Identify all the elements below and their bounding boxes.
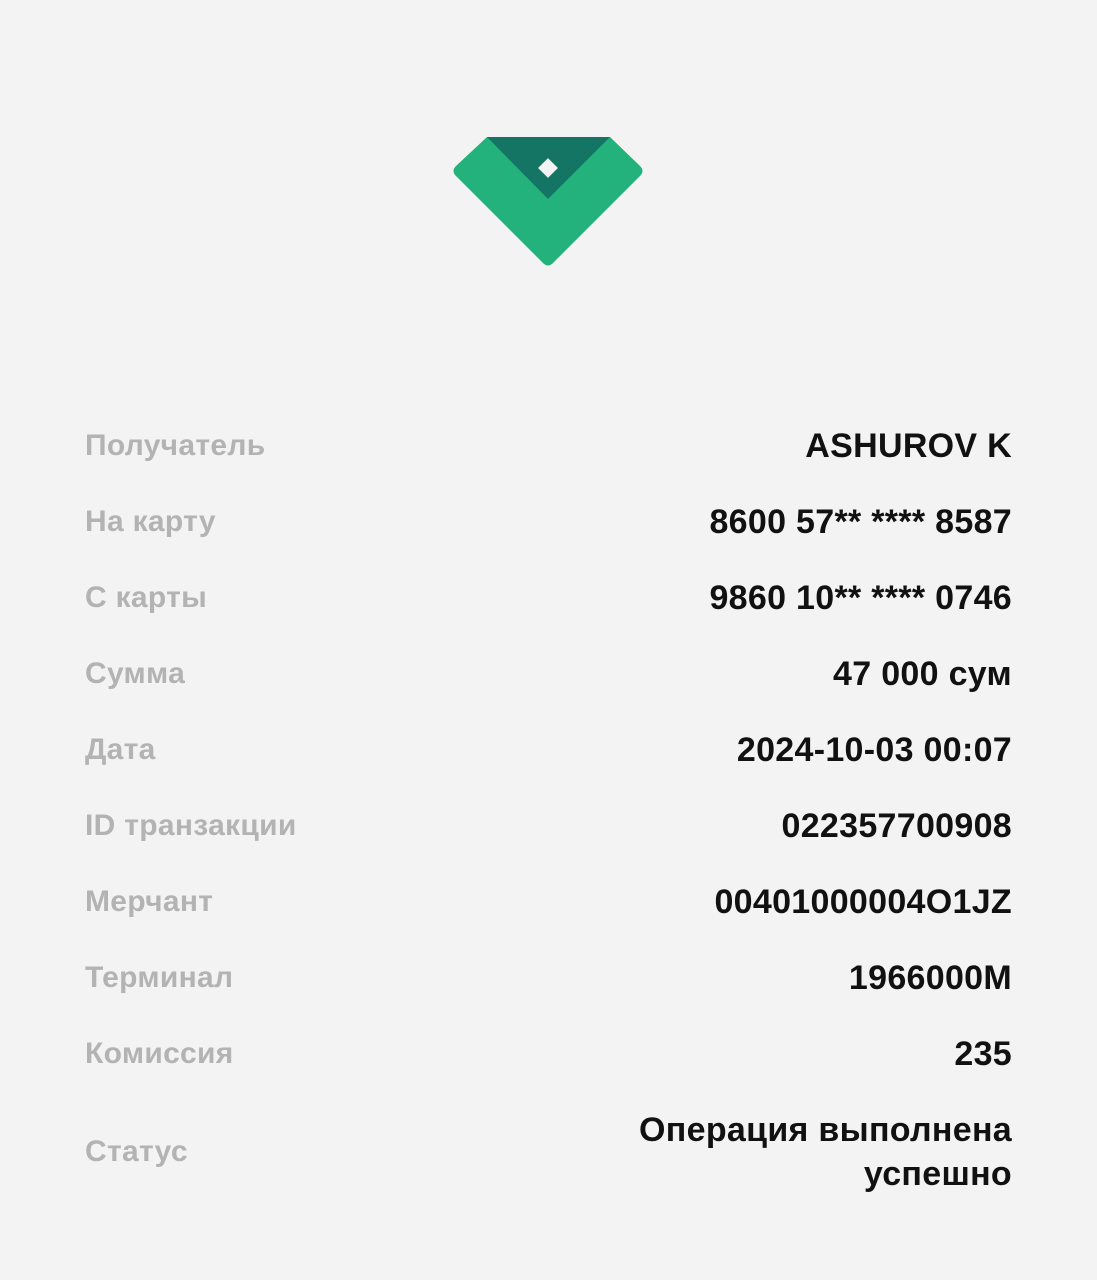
detail-row-status: Статус Операция выполнена успешно xyxy=(85,1092,1012,1212)
commission-label: Комиссия xyxy=(85,1037,234,1070)
diamond-logo-icon xyxy=(453,137,643,266)
detail-row-date: Дата 2024-10-03 00:07 xyxy=(85,712,1012,788)
detail-row-to-card: На карту 8600 57** **** 8587 xyxy=(85,484,1012,560)
detail-row-from-card: С карты 9860 10** **** 0746 xyxy=(85,560,1012,636)
amount-value: 47 000 сум xyxy=(833,654,1012,693)
from-card-label: С карты xyxy=(85,581,208,614)
detail-row-recipient: Получатель ASHUROV K xyxy=(85,408,1012,484)
merchant-label: Мерчант xyxy=(85,885,214,918)
transaction-details: Получатель ASHUROV K На карту 8600 57** … xyxy=(85,408,1012,1212)
amount-label: Сумма xyxy=(85,657,186,690)
from-card-value: 9860 10** **** 0746 xyxy=(709,578,1012,617)
date-label: Дата xyxy=(85,733,156,766)
commission-value: 235 xyxy=(954,1034,1012,1073)
status-label: Статус xyxy=(85,1135,188,1168)
detail-row-amount: Сумма 47 000 сум xyxy=(85,636,1012,712)
detail-row-commission: Комиссия 235 xyxy=(85,1016,1012,1092)
terminal-value: 1966000M xyxy=(848,958,1012,997)
date-value: 2024-10-03 00:07 xyxy=(736,730,1012,769)
transaction-id-label: ID транзакции xyxy=(85,809,297,842)
status-value: Операция выполнена успешно xyxy=(639,1111,1012,1193)
to-card-label: На карту xyxy=(85,505,216,538)
transaction-id-value: 022357700908 xyxy=(781,806,1012,845)
terminal-label: Терминал xyxy=(85,961,234,994)
merchant-value: 00401000004О1JZ xyxy=(714,882,1012,921)
recipient-value: ASHUROV K xyxy=(805,426,1012,465)
detail-row-transaction-id: ID транзакции 022357700908 xyxy=(85,788,1012,864)
detail-row-terminal: Терминал 1966000M xyxy=(85,940,1012,1016)
to-card-value: 8600 57** **** 8587 xyxy=(709,502,1012,541)
recipient-label: Получатель xyxy=(85,429,266,462)
detail-row-merchant: Мерчант 00401000004О1JZ xyxy=(85,864,1012,940)
